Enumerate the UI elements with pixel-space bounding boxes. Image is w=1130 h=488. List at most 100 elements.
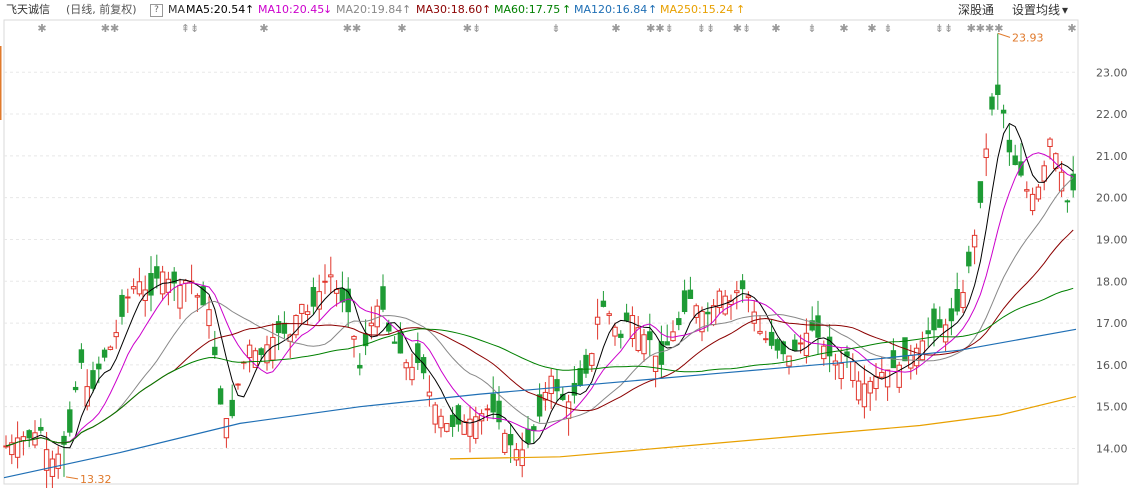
- candle-body: [1000, 109, 1007, 114]
- y-tick-label: 23.00: [1096, 66, 1128, 79]
- candle-body: [357, 364, 363, 369]
- candle-body: [339, 288, 346, 303]
- y-tick-label: 21.00: [1096, 150, 1128, 163]
- event-marker: ✱: [839, 22, 848, 35]
- candle-body: [821, 345, 827, 360]
- candle-body: [258, 348, 264, 355]
- candle-body: [502, 432, 508, 453]
- candle-body: [745, 295, 752, 299]
- y-tick-label: 20.00: [1096, 192, 1128, 205]
- candle-body: [687, 289, 694, 299]
- candle-body: [925, 330, 931, 335]
- candle-body: [594, 316, 601, 325]
- candle-body: [774, 339, 781, 351]
- candle-body: [1041, 165, 1047, 182]
- candle-body: [26, 430, 32, 439]
- event-marker: ⇟⇟: [935, 22, 953, 35]
- candle-body: [455, 405, 462, 425]
- candle-body: [983, 148, 989, 159]
- event-marker: ✱: [397, 22, 406, 35]
- candle-body: [206, 309, 212, 327]
- candle-body: [90, 370, 96, 389]
- candle-body: [14, 437, 21, 458]
- candle-body: [78, 349, 85, 363]
- candle-body: [397, 331, 404, 354]
- candle-body: [275, 321, 282, 334]
- candle-body: [751, 311, 757, 324]
- candle-body: [119, 294, 125, 317]
- candle-body: [670, 331, 676, 342]
- event-marker: ✱✱⇟: [646, 22, 674, 35]
- candle-body: [20, 436, 27, 442]
- event-marker: ⇞⇟: [181, 22, 199, 35]
- candle-body: [473, 416, 479, 439]
- candle-body: [722, 295, 728, 315]
- candle-body: [577, 368, 583, 386]
- candle-body: [641, 334, 647, 355]
- candle-body: [525, 428, 531, 444]
- candle-body: [299, 303, 305, 314]
- candle-body: [600, 300, 607, 307]
- candle-body: [676, 318, 682, 326]
- candle-body: [583, 354, 589, 374]
- candle-body: [322, 280, 328, 283]
- candle-body: [270, 336, 276, 361]
- candle-body: [96, 363, 102, 370]
- high-price-label: 23.93: [1012, 31, 1044, 44]
- candle-body: [409, 366, 415, 381]
- candle-body: [490, 393, 496, 413]
- candle-body: [304, 311, 311, 315]
- candle-body: [966, 251, 972, 267]
- candle-body: [612, 326, 618, 337]
- candle-body: [623, 312, 630, 321]
- candle-body: [125, 296, 131, 299]
- candle-body: [896, 364, 902, 388]
- y-tick-label: 22.00: [1096, 108, 1128, 121]
- low-price-label: 13.32: [80, 473, 112, 486]
- candle-body: [734, 290, 740, 294]
- candle-body: [861, 383, 868, 408]
- candle-body: [328, 274, 334, 278]
- high-pointer: [997, 32, 1011, 38]
- event-marker: ✱✱✱✱: [967, 22, 1004, 35]
- candle-body: [652, 355, 659, 372]
- candle-body: [554, 379, 560, 392]
- candle-body: [1064, 200, 1071, 203]
- event-marker: ✱: [259, 22, 268, 35]
- candle-body: [461, 421, 467, 435]
- event-marker: ⇟: [551, 22, 560, 35]
- event-marker: ⇟: [883, 22, 892, 35]
- candle-body: [995, 84, 1001, 95]
- candle-body: [426, 391, 433, 397]
- candle-body: [960, 292, 966, 308]
- candle-body: [989, 96, 995, 110]
- candle-body: [438, 415, 444, 429]
- event-marker: ✱: [867, 22, 876, 35]
- candle-body: [3, 445, 9, 448]
- candle-body: [142, 289, 148, 302]
- y-tick-label: 14.00: [1096, 442, 1128, 455]
- y-tick-label: 17.00: [1096, 317, 1128, 330]
- candle-body: [467, 418, 473, 437]
- candle-body: [977, 181, 984, 203]
- y-tick-label: 18.00: [1096, 275, 1128, 288]
- candle-body: [647, 331, 653, 341]
- candle-body: [223, 418, 230, 439]
- event-marker: ✱: [611, 22, 620, 35]
- candle-body: [235, 383, 241, 386]
- candle-body: [212, 346, 218, 356]
- event-marker: ✱⇟: [733, 22, 751, 35]
- candle-body: [246, 344, 253, 359]
- event-marker: ⇟: [807, 22, 816, 35]
- candle-body: [154, 266, 160, 279]
- candle-body: [310, 287, 317, 307]
- candle-body: [449, 414, 456, 427]
- candle-body: [768, 331, 775, 346]
- event-marker: ⇟⇟: [697, 22, 715, 35]
- candle-body: [884, 369, 891, 388]
- candle-body: [664, 341, 670, 346]
- candle-body: [1029, 193, 1036, 212]
- candle-body: [948, 308, 955, 322]
- event-marker: ✱⇟: [463, 22, 481, 35]
- candle-body: [1047, 138, 1053, 147]
